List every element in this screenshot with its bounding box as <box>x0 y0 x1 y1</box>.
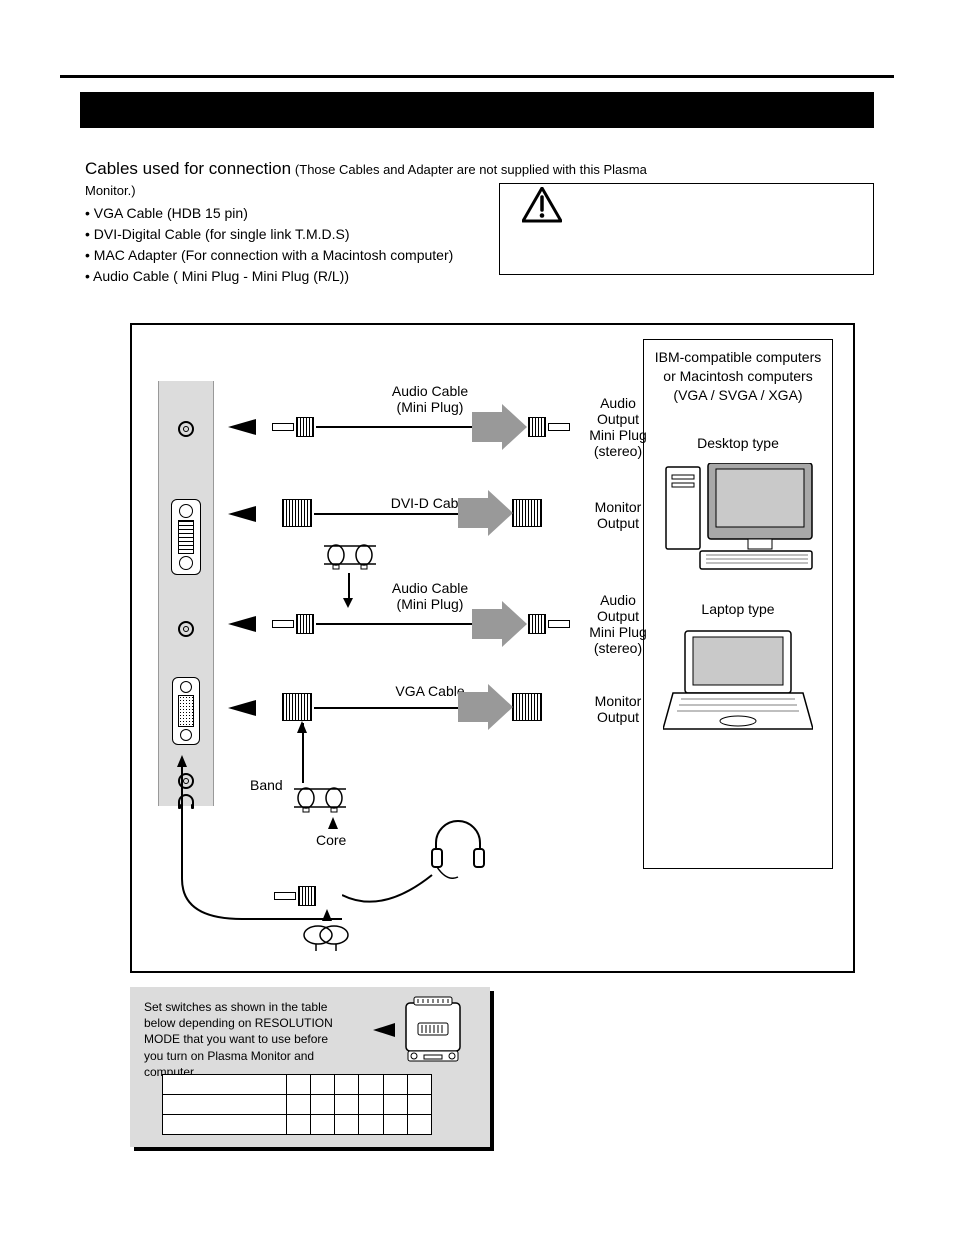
dvi-conn-left <box>282 499 312 527</box>
mini-conn-right <box>528 417 546 437</box>
mac-adapter-switch-box: Set switches as shown in the table below… <box>130 987 490 1147</box>
mini-conn-left <box>296 614 314 634</box>
section-black-band <box>80 92 874 128</box>
arrow-left-icon <box>228 700 256 716</box>
arrow-right-icon <box>472 601 527 647</box>
switch-table <box>162 1074 432 1135</box>
mini-conn-right <box>528 614 546 634</box>
dvi-port <box>171 499 201 575</box>
vga-conn-right <box>512 693 542 721</box>
mini-plug-left <box>272 423 294 431</box>
mini-plug-right <box>548 620 570 628</box>
ferrite-core-drawing <box>298 923 354 953</box>
laptop-type-label: Laptop type <box>650 601 826 617</box>
ferrite-core-drawing <box>322 540 378 570</box>
arrow-right-icon <box>458 684 513 730</box>
arrow-right-icon <box>458 490 513 536</box>
intro-lead: Cables used for connection <box>85 159 291 178</box>
connection-diagram: Audio Cable (Mini Plug) Audio Output Min… <box>130 323 855 973</box>
mini-conn <box>298 886 316 906</box>
pc-types-box: IBM-compatible computers or Macintosh co… <box>643 339 833 869</box>
pc-types-heading: IBM-compatible computers or Macintosh co… <box>650 348 826 405</box>
mac-adapter-drawing <box>398 995 468 1065</box>
arrow-left-icon <box>373 1023 395 1037</box>
dvi-conn-right <box>512 499 542 527</box>
monitor-port-panel <box>158 381 214 806</box>
mini-plug <box>274 892 296 900</box>
mini-conn-left <box>296 417 314 437</box>
vga-conn-left <box>282 693 312 721</box>
arrow-down-icon <box>343 598 353 608</box>
desktop-type-label: Desktop type <box>650 435 826 451</box>
warning-box <box>499 183 874 275</box>
vga-port <box>172 677 200 745</box>
mini-plug-left <box>272 620 294 628</box>
audio-in-jack-mid <box>178 621 194 637</box>
arrow-left-icon <box>228 419 256 435</box>
arrow-up-icon <box>177 755 187 767</box>
arrow-right-icon <box>472 404 527 450</box>
mini-plug-right <box>548 423 570 431</box>
arrow-up-icon <box>322 909 332 921</box>
caution-icon <box>522 187 562 223</box>
headphone-wire <box>342 865 472 915</box>
arrow-left-icon <box>228 616 256 632</box>
switch-instructions: Set switches as shown in the table below… <box>144 999 339 1080</box>
page-top-rule <box>60 75 894 78</box>
desktop-computer-drawing <box>650 463 826 573</box>
audio-in-jack-top <box>178 421 194 437</box>
arrow-up-icon <box>297 721 307 733</box>
arrow-left-icon <box>228 506 256 522</box>
laptop-computer-drawing <box>650 629 826 739</box>
